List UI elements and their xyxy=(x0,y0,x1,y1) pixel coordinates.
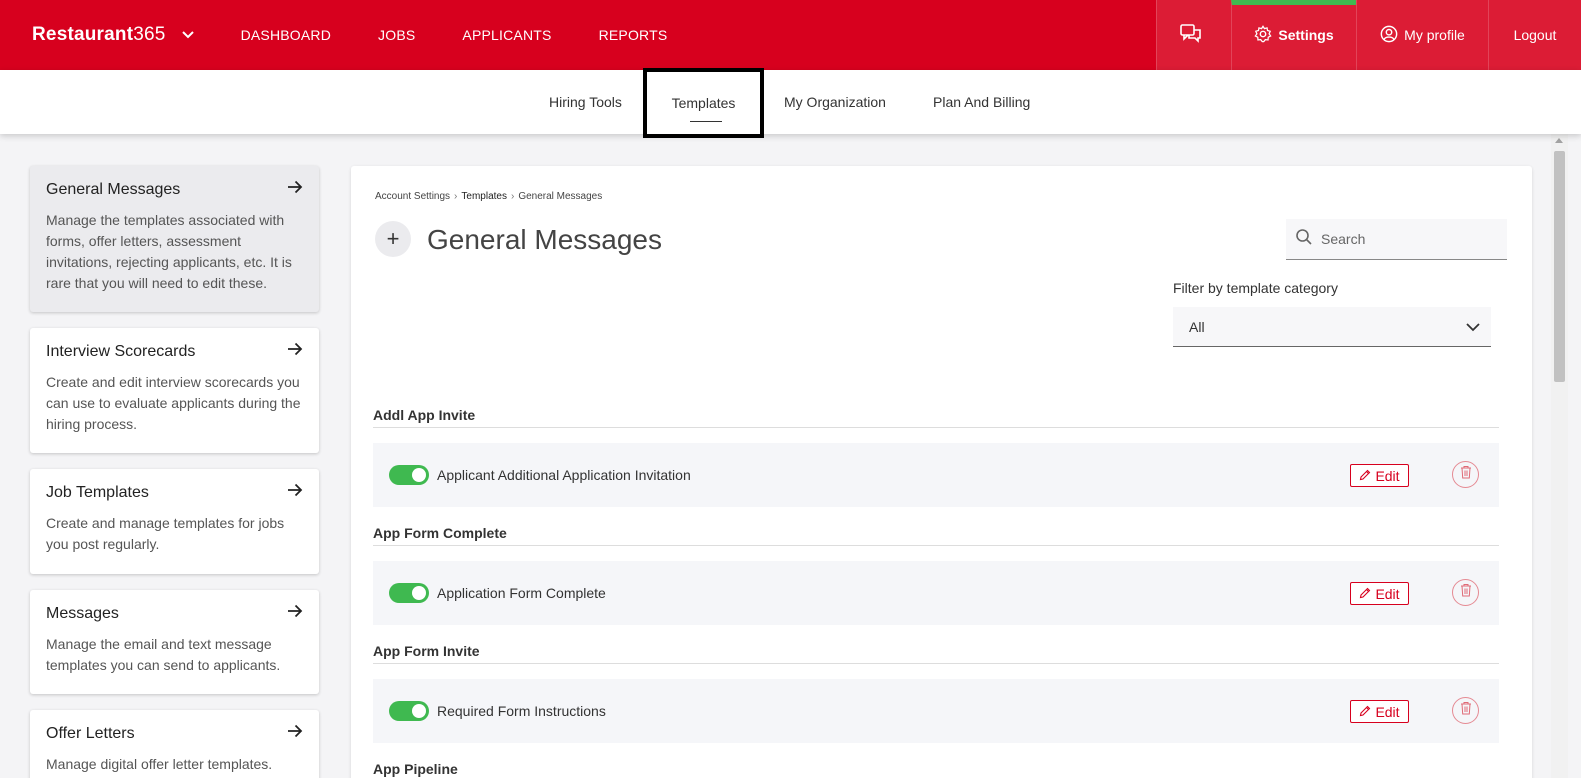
pencil-icon xyxy=(1359,586,1375,602)
brand-name-suffix: 365 xyxy=(133,24,166,45)
search-box[interactable] xyxy=(1286,219,1507,260)
filter-label: Filter by template category xyxy=(1173,280,1338,296)
settings-label: Settings xyxy=(1278,27,1334,43)
template-name: Applicant Additional Application Invitat… xyxy=(437,467,691,483)
chevron-right-icon: › xyxy=(510,191,515,202)
nav-applicants[interactable]: APPLICANTS xyxy=(462,27,551,43)
breadcrumb: Account Settings › Templates › General M… xyxy=(375,191,602,202)
template-name: Required Form Instructions xyxy=(437,703,606,719)
template-row: Applicant Additional Application Invitat… xyxy=(373,443,1499,507)
nav-dashboard[interactable]: DASHBOARD xyxy=(241,27,331,43)
sidebar-card-general-messages[interactable]: General Messages Manage the templates as… xyxy=(30,166,319,312)
chevron-down-icon[interactable] xyxy=(181,28,196,42)
trash-icon xyxy=(1460,583,1472,602)
card-description: Manage the templates associated with for… xyxy=(46,212,292,291)
breadcrumb-templates[interactable]: Templates xyxy=(461,191,507,202)
page-title: General Messages xyxy=(427,224,663,255)
delete-button[interactable] xyxy=(1452,697,1479,724)
edit-button[interactable]: Edit xyxy=(1350,582,1409,605)
card-description: Create and manage templates for jobs you… xyxy=(46,515,285,552)
scroll-up-arrow-icon[interactable] xyxy=(1555,138,1563,143)
template-row: Application Form Complete Edit xyxy=(373,561,1499,625)
section-header: App Pipeline xyxy=(373,761,1499,778)
edit-button[interactable]: Edit xyxy=(1350,464,1409,487)
nav-reports[interactable]: REPORTS xyxy=(599,27,668,43)
sidebar-card-interview-scorecards[interactable]: Interview Scorecards Create and edit int… xyxy=(30,328,319,453)
page-scrollbar[interactable] xyxy=(1551,134,1568,778)
arrow-right-icon xyxy=(287,604,303,623)
tab-templates-label: Templates xyxy=(671,95,736,111)
settings-subnav: Hiring Tools Templates My Organization P… xyxy=(0,68,1581,138)
chat-button[interactable] xyxy=(1156,0,1231,70)
pencil-icon xyxy=(1359,468,1375,484)
section-header: App Form Complete xyxy=(373,525,1499,546)
card-description: Create and edit interview scorecards you… xyxy=(46,374,301,432)
template-section: App Pipeline xyxy=(373,761,1499,778)
card-title: General Messages xyxy=(46,180,181,198)
chevron-right-icon: › xyxy=(454,191,458,202)
templates-panel: Account Settings › Templates › General M… xyxy=(351,166,1532,778)
trash-icon xyxy=(1460,701,1472,720)
edit-button[interactable]: Edit xyxy=(1350,700,1409,723)
delete-button[interactable] xyxy=(1452,461,1479,488)
add-template-button[interactable]: + xyxy=(375,221,411,257)
brand-logo[interactable]: Restaurant 365 xyxy=(32,24,196,46)
profile-label: My profile xyxy=(1404,27,1465,43)
chevron-down-icon xyxy=(1466,319,1480,335)
brand-name: Restaurant xyxy=(32,24,134,45)
tab-hiring-tools[interactable]: Hiring Tools xyxy=(549,70,622,134)
enabled-toggle[interactable] xyxy=(389,583,429,603)
category-filter-select[interactable]: All xyxy=(1173,307,1491,347)
card-title: Interview Scorecards xyxy=(46,342,196,360)
card-description: Manage digital offer letter templates. xyxy=(46,756,273,772)
template-name: Application Form Complete xyxy=(437,585,606,601)
tab-templates[interactable]: Templates xyxy=(643,68,764,138)
template-section: App Form Invite Required Form Instructio… xyxy=(373,643,1499,743)
sidebar-card-job-templates[interactable]: Job Templates Create and manage template… xyxy=(30,469,319,574)
trash-icon xyxy=(1460,465,1472,484)
edit-label: Edit xyxy=(1375,703,1400,720)
card-title: Job Templates xyxy=(46,483,149,501)
logout-button[interactable]: Logout xyxy=(1488,0,1581,70)
section-header: App Form Invite xyxy=(373,643,1499,664)
breadcrumb-general-messages: General Messages xyxy=(518,191,603,202)
enabled-toggle[interactable] xyxy=(389,701,429,721)
arrow-right-icon xyxy=(287,342,303,361)
card-description: Manage the email and text message templa… xyxy=(46,636,281,673)
card-title: Offer Letters xyxy=(46,724,135,742)
enabled-toggle[interactable] xyxy=(389,465,429,485)
section-header: Addl App Invite xyxy=(373,407,1499,428)
template-section: Addl App Invite Applicant Additional App… xyxy=(373,407,1499,507)
gear-icon xyxy=(1254,24,1278,46)
breadcrumb-account-settings[interactable]: Account Settings xyxy=(375,191,450,202)
search-icon xyxy=(1295,228,1313,251)
tab-plan-and-billing[interactable]: Plan And Billing xyxy=(933,70,1030,134)
delete-button[interactable] xyxy=(1452,579,1479,606)
card-title: Messages xyxy=(46,604,119,622)
scrollbar-thumb[interactable] xyxy=(1554,151,1565,382)
sidebar-card-messages[interactable]: Messages Manage the email and text messa… xyxy=(30,590,319,694)
template-section: App Form Complete Application Form Compl… xyxy=(373,525,1499,625)
search-input[interactable] xyxy=(1321,231,1491,247)
arrow-right-icon xyxy=(287,483,303,502)
arrow-right-icon xyxy=(287,724,303,743)
user-circle-icon xyxy=(1380,25,1404,46)
category-filter-value: All xyxy=(1189,318,1205,335)
tab-my-organization[interactable]: My Organization xyxy=(784,70,886,134)
edit-label: Edit xyxy=(1375,467,1400,484)
settings-button[interactable]: Settings xyxy=(1231,0,1356,70)
template-row: Required Form Instructions Edit xyxy=(373,679,1499,743)
arrow-right-icon xyxy=(287,180,303,199)
pencil-icon xyxy=(1359,704,1375,720)
active-tab-underline xyxy=(690,121,722,122)
chat-icon xyxy=(1180,23,1208,47)
top-navbar: Restaurant 365 DASHBOARD JOBS APPLICANTS … xyxy=(0,0,1581,70)
nav-jobs[interactable]: JOBS xyxy=(378,27,415,43)
sidebar-card-offer-letters[interactable]: Offer Letters Manage digital offer lette… xyxy=(30,710,319,778)
profile-button[interactable]: My profile xyxy=(1356,0,1488,70)
edit-label: Edit xyxy=(1375,585,1400,602)
